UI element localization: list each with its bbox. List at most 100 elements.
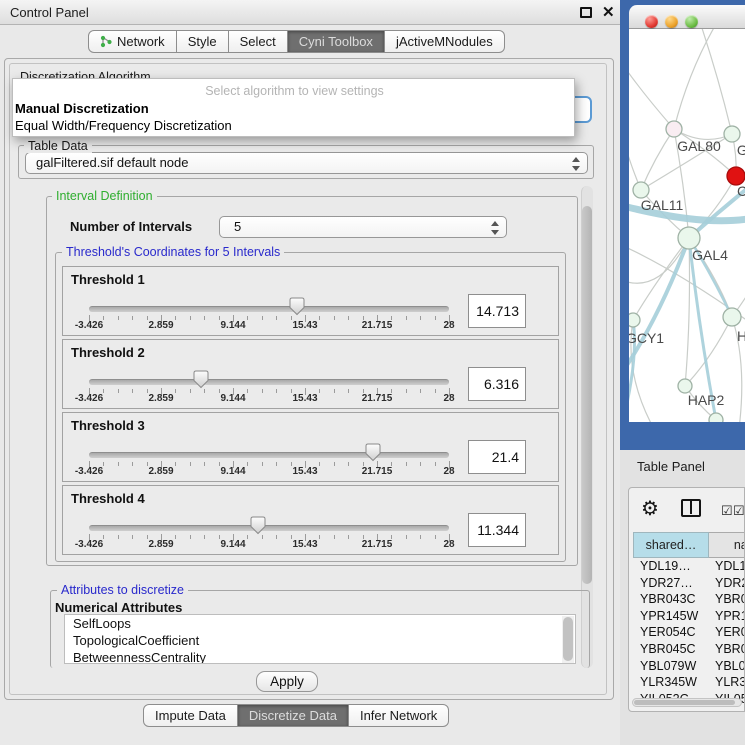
network-node[interactable] (709, 413, 723, 422)
tab-label: Infer Network (360, 708, 437, 723)
tab-jactivemnodules[interactable]: jActiveMNodules (385, 30, 505, 53)
apply-button[interactable]: Apply (256, 671, 318, 692)
tab-cyni-toolbox[interactable]: Cyni Toolbox (288, 30, 385, 53)
tab-infer-network[interactable]: Infer Network (349, 704, 449, 727)
slider-tick (247, 316, 248, 320)
minimize-traffic-light[interactable] (665, 15, 678, 28)
control-panel-titlebar: Control Panel ✕ (0, 0, 620, 25)
list-scrollbar-thumb[interactable] (563, 617, 573, 661)
settings-scrollbar-thumb[interactable] (582, 206, 592, 584)
slider-tick (348, 535, 349, 539)
threshold-value-input[interactable]: 6.316 (468, 367, 526, 401)
tab-network[interactable]: Network (88, 30, 177, 53)
split-columns-icon[interactable] (681, 499, 701, 517)
threshold-value-input[interactable]: 21.4 (468, 440, 526, 474)
attribute-list-item[interactable]: SelfLoops (65, 615, 575, 632)
tab-label: jActiveMNodules (396, 34, 493, 49)
network-window-titlebar[interactable] (629, 5, 745, 29)
network-view-canvas[interactable]: GAL80GACGAL11GAL4GCY1HHAP2 (629, 29, 745, 422)
tab-discretize-data[interactable]: Discretize Data (238, 704, 349, 727)
network-node[interactable] (724, 126, 740, 142)
float-window-icon[interactable] (580, 7, 592, 18)
slider-tick (406, 462, 407, 466)
checkbox-checked-icon[interactable]: ☑ (733, 503, 745, 519)
table-row[interactable]: YPR145WYPR145W (633, 608, 745, 625)
slider-track[interactable] (89, 379, 449, 385)
popup-option-equal-width-frequency[interactable]: Equal Width/Frequency Discretization (15, 118, 232, 133)
slider-tick-label: 28 (443, 539, 454, 550)
number-of-intervals-label: Number of Intervals (70, 219, 192, 234)
column-header-shared-name[interactable]: shared… (633, 532, 709, 558)
slider-tick (132, 316, 133, 320)
attribute-list-item[interactable]: BetweennessCentrality (65, 649, 575, 664)
table-data-combo[interactable]: galFiltered.sif default node (25, 152, 588, 174)
table-cell-name: YPR145W (709, 608, 745, 625)
gear-icon[interactable]: ⚙ (641, 496, 659, 521)
network-node[interactable] (678, 379, 692, 393)
slider-tick-label: 9.144 (220, 320, 245, 331)
checkbox-checked-icon[interactable]: ☑ (721, 503, 733, 519)
slider-tick (348, 316, 349, 320)
network-node[interactable] (678, 227, 700, 249)
slider-tick (348, 389, 349, 393)
close-traffic-light[interactable] (645, 15, 658, 28)
table-row[interactable]: YBR043CYBR043C (633, 591, 745, 608)
slider-tick (132, 462, 133, 466)
popup-option-manual-discretization[interactable]: Manual Discretization (15, 101, 149, 116)
close-icon[interactable]: ✕ (602, 3, 615, 21)
slider-thumb[interactable] (289, 297, 305, 316)
table-row[interactable]: YDR27…YDR27… (633, 575, 745, 592)
slider-tick (262, 535, 263, 539)
network-node[interactable] (629, 313, 640, 327)
table-row[interactable]: YER054CYER054C (633, 624, 745, 641)
network-node[interactable] (633, 182, 649, 198)
network-node-label: GCY1 (629, 330, 664, 346)
slider-tick-label: 15.43 (292, 393, 317, 404)
slider-track[interactable] (89, 306, 449, 312)
tab-impute-data[interactable]: Impute Data (143, 704, 238, 727)
slider-tick-label: 28 (443, 393, 454, 404)
slider-tick (319, 535, 320, 539)
slider-tick (435, 389, 436, 393)
tab-select[interactable]: Select (229, 30, 288, 53)
numerical-attributes-list: SelfLoopsTopologicalCoefficientBetweenne… (64, 614, 576, 664)
slider-thumb[interactable] (193, 370, 209, 389)
slider-tick (435, 316, 436, 320)
slider-track[interactable] (89, 525, 449, 531)
slider-tick (147, 316, 148, 320)
slider-tick-label: 15.43 (292, 539, 317, 550)
slider-tick (219, 462, 220, 466)
number-of-intervals-spinner[interactable]: 5 (219, 216, 507, 238)
table-horizontal-scrollbar[interactable] (632, 698, 742, 707)
network-edge (629, 119, 641, 190)
slider-tick (291, 316, 292, 320)
zoom-traffic-light[interactable] (685, 15, 698, 28)
threshold-value-input[interactable]: 11.344 (468, 513, 526, 547)
attribute-list-item[interactable]: TopologicalCoefficient (65, 632, 575, 649)
thresholds-group-label: Threshold's Coordinates for 5 Intervals (62, 245, 284, 259)
network-node[interactable] (723, 308, 741, 326)
list-scrollbar[interactable] (562, 616, 574, 664)
network-node-label: H (737, 328, 745, 344)
tab-label: Discretize Data (249, 708, 337, 723)
table-hscrollbar-thumb[interactable] (634, 700, 735, 705)
table-row[interactable]: YDL19…YDL19… (633, 558, 745, 575)
table-row[interactable]: YLR345WYLR345W (633, 674, 745, 691)
slider-thumb[interactable] (365, 443, 381, 462)
slider-tick (334, 389, 335, 393)
table-cell-shared-name: YDR27… (633, 575, 709, 592)
column-header-name[interactable]: name (709, 532, 745, 558)
slider-tick-label: 15.43 (292, 320, 317, 331)
tab-style[interactable]: Style (177, 30, 229, 53)
table-row[interactable]: YBR045CYBR045C (633, 641, 745, 658)
slider-tick-label: 21.715 (362, 539, 393, 550)
slider-tick (147, 389, 148, 393)
threshold-value-input[interactable]: 14.713 (468, 294, 526, 328)
table-row[interactable]: YBL079WYBL079W (633, 658, 745, 675)
table-data-combo-value: galFiltered.sif default node (36, 155, 188, 170)
slider-thumb[interactable] (250, 516, 266, 535)
slider-track[interactable] (89, 452, 449, 458)
network-node[interactable] (666, 121, 682, 137)
network-edge-highlighted (629, 238, 689, 374)
slider-tick (204, 389, 205, 393)
